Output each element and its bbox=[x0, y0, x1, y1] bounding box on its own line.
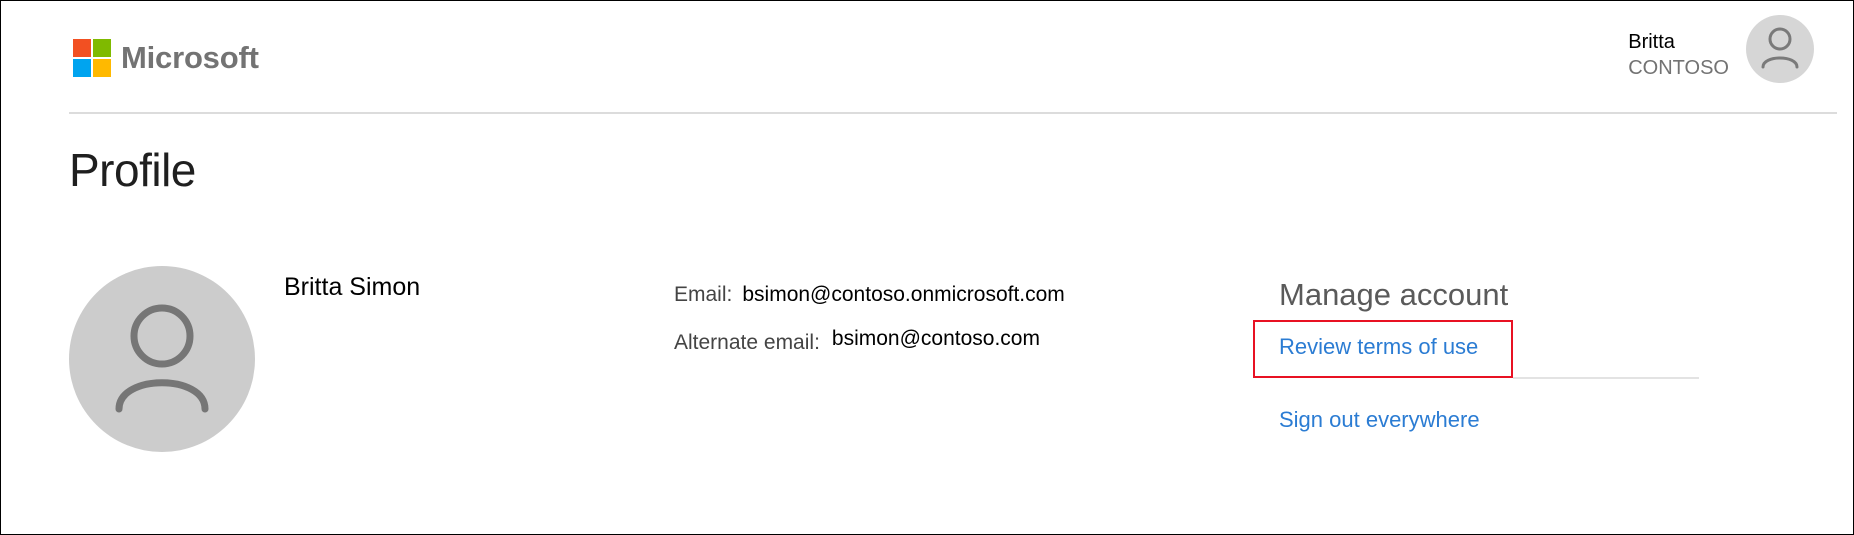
person-icon bbox=[1761, 27, 1799, 69]
logo-square-red bbox=[73, 39, 91, 57]
sign-out-everywhere-link[interactable]: Sign out everywhere bbox=[1279, 407, 1480, 433]
logo-square-yellow bbox=[93, 59, 111, 77]
header-divider bbox=[69, 112, 1837, 114]
page-frame: Microsoft Britta CONTOSO Profile Britta … bbox=[0, 0, 1854, 535]
brand-name: Microsoft bbox=[121, 40, 259, 75]
alternate-email-value: bsimon@contoso.com bbox=[831, 327, 1040, 350]
microsoft-logo-icon bbox=[73, 39, 111, 77]
email-label: Email: bbox=[674, 283, 733, 306]
manage-account-heading: Manage account bbox=[1279, 277, 1509, 312]
profile-avatar bbox=[69, 266, 255, 452]
logo-square-green bbox=[93, 39, 111, 57]
email-value: bsimon@contoso.onmicrosoft.com bbox=[742, 283, 1065, 306]
account-avatar[interactable] bbox=[1746, 15, 1814, 83]
person-icon bbox=[115, 304, 209, 413]
highlight-box bbox=[1253, 320, 1513, 378]
profile-display-name: Britta Simon bbox=[284, 273, 421, 301]
alternate-email-row: Alternate email: bsimon@contoso.com bbox=[674, 327, 1040, 355]
account-info[interactable]: Britta CONTOSO bbox=[1628, 29, 1729, 81]
email-row: Email: bsimon@contoso.onmicrosoft.com bbox=[674, 283, 1065, 307]
page-title: Profile bbox=[69, 144, 196, 196]
alternate-email-label: Alternate email: bbox=[674, 331, 820, 354]
logo-square-blue bbox=[73, 59, 91, 77]
account-org: CONTOSO bbox=[1628, 57, 1729, 79]
manage-divider bbox=[1513, 377, 1699, 379]
microsoft-logo[interactable]: Microsoft bbox=[73, 39, 259, 77]
account-name: Britta bbox=[1628, 31, 1675, 53]
